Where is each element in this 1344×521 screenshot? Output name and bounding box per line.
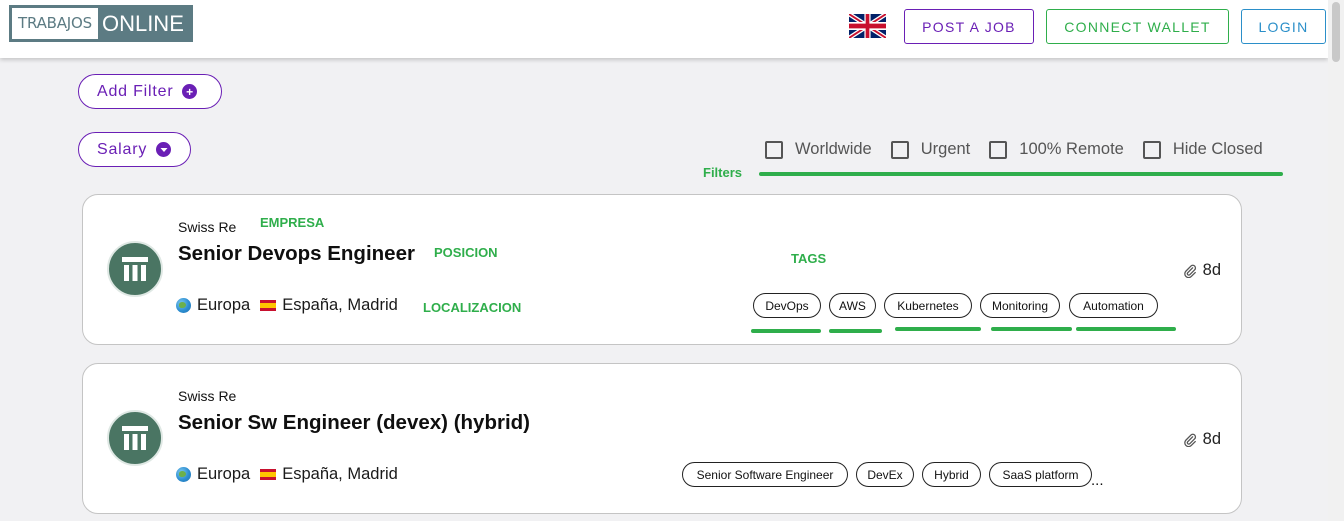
hide-closed-checkbox[interactable]: Hide Closed: [1142, 140, 1263, 159]
page-scrollbar[interactable]: [1328, 0, 1344, 521]
post-job-button[interactable]: POST A JOB: [904, 9, 1034, 44]
urgent-checkbox[interactable]: Urgent: [890, 140, 971, 159]
add-filter-button[interactable]: Add Filter +: [78, 74, 222, 109]
job-title[interactable]: Senior Devops Engineer: [178, 242, 415, 266]
chevron-down-icon: [156, 142, 172, 157]
worldwide-checkbox[interactable]: Worldwide: [765, 140, 872, 159]
job-age: 8d: [1183, 430, 1221, 449]
filters-annotation: Filters: [703, 165, 743, 180]
login-button[interactable]: LOGIN: [1241, 9, 1326, 44]
uk-flag-icon[interactable]: [849, 14, 886, 38]
tag-chip[interactable]: Kubernetes: [884, 293, 972, 318]
swiss-re-logo-icon: [122, 426, 148, 450]
job-age: 8d: [1183, 261, 1221, 280]
empresa-annotation: EMPRESA: [260, 215, 325, 230]
filters-underline: [759, 172, 1283, 176]
localizacion-annotation: LOCALIZACION: [423, 300, 522, 315]
tag-chip[interactable]: Automation: [1069, 293, 1158, 318]
tag-chip[interactable]: SaaS platform: [989, 462, 1092, 487]
tag-chip[interactable]: AWS: [829, 293, 876, 318]
checkbox-box[interactable]: [765, 140, 783, 159]
job-card[interactable]: Swiss Re Senior Sw Engineer (devex) (hyb…: [82, 363, 1242, 514]
more-tags-ellipsis[interactable]: ...: [1091, 472, 1104, 489]
job-region: Europa: [197, 465, 251, 483]
company-name: Swiss Re: [178, 219, 237, 235]
company-logo-avatar: [107, 241, 163, 297]
tags-annotation: TAGS: [791, 251, 827, 266]
swiss-re-logo-icon: [122, 257, 148, 281]
checkbox-label: Urgent: [920, 140, 971, 158]
top-navigation-bar: TRABAJOS ONLINE POST A JOB CONNECT WALLE…: [0, 0, 1328, 58]
tag-underline: [895, 327, 981, 331]
tag-underline: [991, 327, 1072, 331]
job-age-value: 8d: [1202, 430, 1221, 448]
tag-underline: [1076, 327, 1176, 331]
filter-checkboxes: Worldwide Urgent 100% Remote Hide Closed: [765, 140, 1282, 159]
checkbox-box[interactable]: [1142, 140, 1161, 159]
checkbox-box[interactable]: [989, 140, 1008, 159]
job-location: Europa España, Madrid: [176, 465, 398, 484]
logo-left-text: TRABAJOS: [12, 8, 98, 39]
tag-underline: [829, 329, 882, 333]
posicion-annotation: POSICION: [434, 245, 498, 260]
paperclip-icon: [1183, 433, 1196, 447]
paperclip-icon: [1183, 264, 1196, 278]
company-name: Swiss Re: [178, 388, 237, 404]
tag-chip[interactable]: DevOps: [753, 293, 821, 318]
tag-chip[interactable]: Senior Software Engineer: [682, 462, 848, 487]
logo-right-text: ONLINE: [101, 11, 184, 36]
tag-chip[interactable]: DevEx: [856, 462, 914, 487]
job-city: España, Madrid: [282, 296, 398, 314]
company-logo-avatar: [107, 410, 163, 466]
scrollbar-thumb[interactable]: [1332, 2, 1340, 62]
salary-dropdown[interactable]: Salary: [78, 132, 191, 167]
remote-checkbox[interactable]: 100% Remote: [989, 140, 1124, 159]
tag-underline: [751, 329, 821, 333]
tag-chip[interactable]: Monitoring: [980, 293, 1060, 318]
job-title[interactable]: Senior Sw Engineer (devex) (hybrid): [178, 411, 530, 435]
site-logo[interactable]: TRABAJOS ONLINE: [9, 5, 193, 42]
checkbox-box[interactable]: [890, 140, 909, 159]
checkbox-label: Worldwide: [795, 140, 872, 158]
spain-flag-icon: [260, 469, 277, 480]
checkbox-label: Hide Closed: [1172, 140, 1263, 158]
salary-label: Salary: [97, 140, 148, 158]
plus-circle-icon: +: [182, 84, 198, 99]
job-age-value: 8d: [1202, 261, 1221, 279]
job-region: Europa: [197, 296, 251, 314]
job-card[interactable]: Swiss Re EMPRESA Senior Devops Engineer …: [82, 194, 1242, 345]
job-location: Europa España, Madrid: [176, 296, 398, 315]
add-filter-label: Add Filter: [97, 82, 174, 100]
tag-chip[interactable]: Hybrid: [922, 462, 981, 487]
connect-wallet-button[interactable]: CONNECT WALLET: [1046, 9, 1229, 44]
job-city: España, Madrid: [282, 465, 398, 483]
globe-icon: [176, 298, 191, 313]
checkbox-label: 100% Remote: [1019, 140, 1124, 158]
globe-icon: [176, 467, 191, 482]
spain-flag-icon: [260, 300, 277, 311]
